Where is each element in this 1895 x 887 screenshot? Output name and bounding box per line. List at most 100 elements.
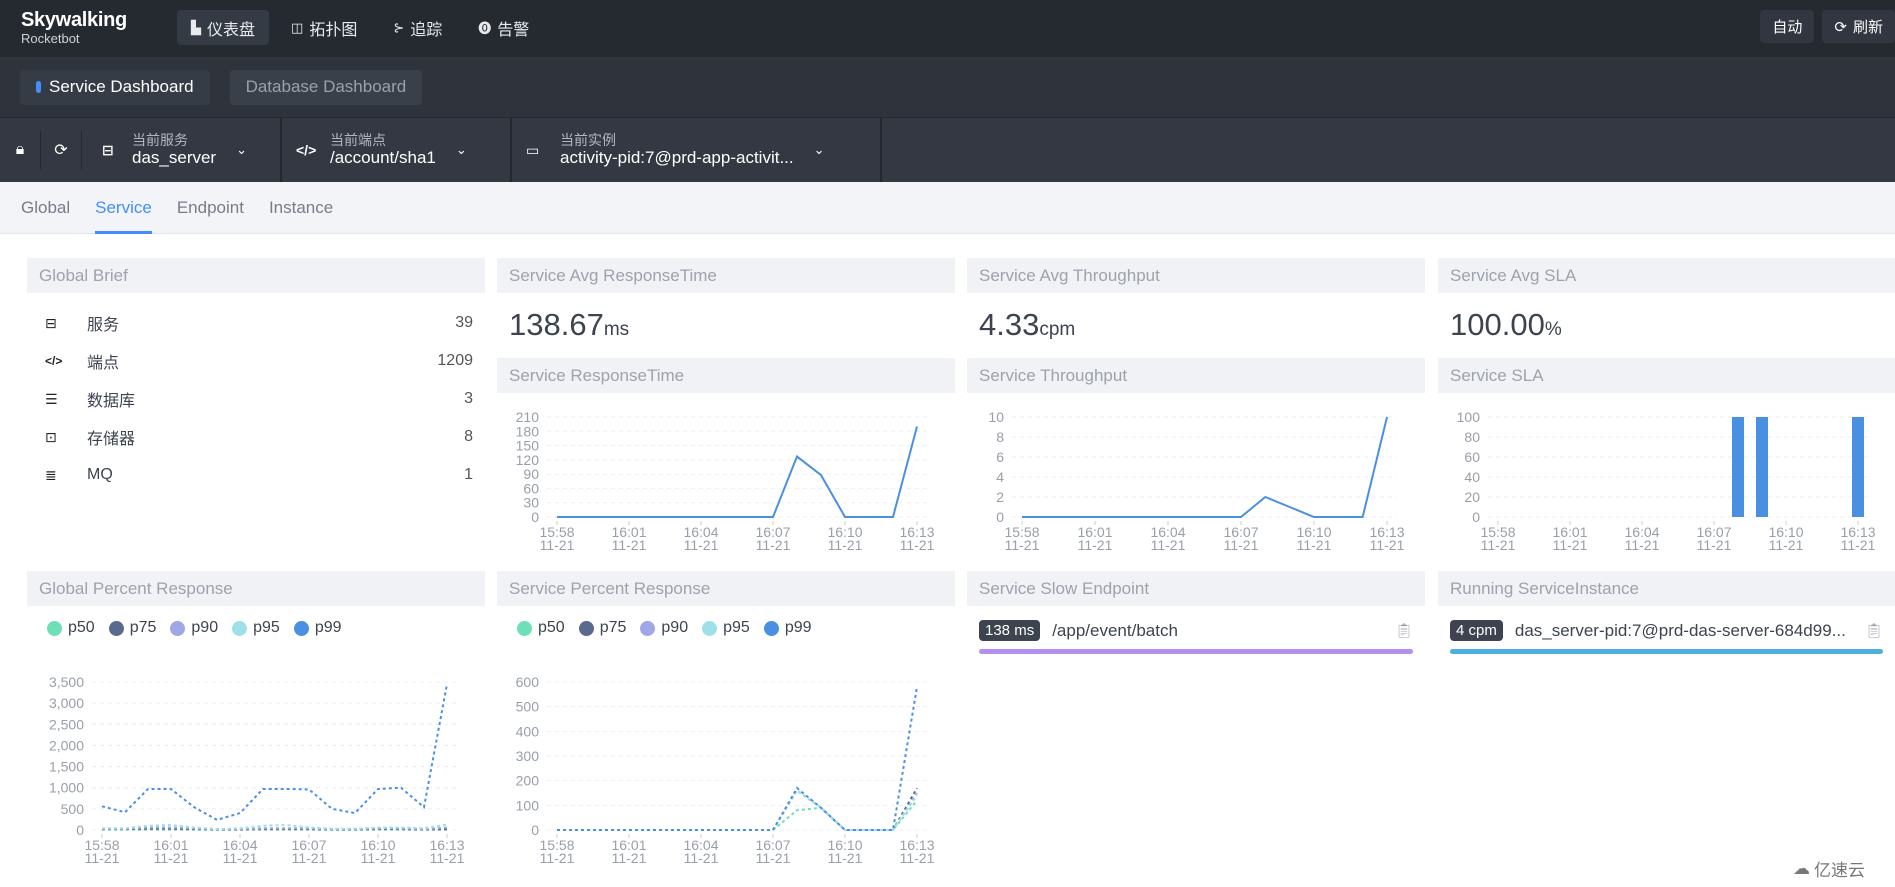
card-title: Global Percent Response bbox=[27, 571, 485, 606]
y-tick-label: 500 bbox=[61, 801, 85, 817]
legend-swatch bbox=[47, 620, 62, 636]
brief-row: ⊟ 服务 39 bbox=[27, 308, 485, 338]
y-tick-label: 4 bbox=[996, 469, 1004, 485]
brief-label: 服务 bbox=[87, 317, 120, 334]
card-title: Service Avg SLA bbox=[1438, 258, 1895, 293]
service-responsetime-card: Service ResponseTime bbox=[497, 358, 955, 393]
x-tick-label: 16:07 11-21 bbox=[1223, 524, 1258, 553]
service-responsetime-chart: 0306090120150180210 15:58 11-21 16:01 11-21 1… bbox=[516, 409, 935, 553]
x-tick-label: 16:13 11-21 bbox=[899, 524, 934, 553]
x-tick-label: 16:01 11-21 bbox=[1552, 524, 1587, 553]
instance-selector-value: activity-pid:7@prd-app-activit... bbox=[560, 148, 794, 168]
legend-item-p99[interactable]: p99 bbox=[293, 619, 342, 637]
tab-service-dashboard[interactable]: Service Dashboard bbox=[20, 69, 210, 105]
x-tick-label: 16:01 11-21 bbox=[611, 837, 646, 866]
y-tick-label: 40 bbox=[1464, 469, 1480, 485]
instance-selector[interactable]: ▭ 当前实例 activity-pid:7@prd-app-activit...… bbox=[512, 118, 882, 182]
tab-global[interactable]: Global bbox=[21, 182, 70, 234]
nav-dashboard[interactable]: ▙ 仪表盘 bbox=[177, 10, 270, 45]
x-tick-label: 16:04 11-21 bbox=[222, 837, 257, 866]
running-instance-card: Running ServiceInstance 4 cpm das_server… bbox=[1438, 571, 1895, 654]
legend-item-p50[interactable]: p50 bbox=[517, 619, 565, 637]
refresh-button[interactable]: ⟳ 刷新 bbox=[1822, 10, 1895, 43]
clipboard-icon[interactable]: 📋︎ bbox=[1395, 622, 1413, 639]
brief-value: 1 bbox=[464, 466, 473, 483]
x-tick-label: 15:58 11-21 bbox=[1480, 524, 1515, 553]
y-tick-label: 0 bbox=[1472, 509, 1480, 525]
legend-item-p75[interactable]: p75 bbox=[578, 619, 627, 637]
card-title: Service Avg Throughput bbox=[967, 258, 1425, 293]
x-tick-label: 16:10 11-21 bbox=[1296, 524, 1331, 553]
y-tick-label: 210 bbox=[516, 409, 540, 425]
chevron-down-icon: ⌄ bbox=[455, 142, 467, 157]
avg-sla-value: 100.00% bbox=[1438, 307, 1895, 343]
global-percent-card: Global Percent Response p50 p75 p90 p95 p99 bbox=[27, 571, 485, 637]
legend-item-p95[interactable]: p95 bbox=[232, 619, 280, 637]
x-tick-label: 16:01 11-21 bbox=[153, 837, 188, 866]
list-item[interactable]: 138 ms /app/event/batch 📋︎ bbox=[979, 620, 1413, 641]
y-tick-label: 8 bbox=[996, 429, 1004, 445]
endpoint-name: /app/event/batch bbox=[1052, 620, 1178, 640]
series-line-p99 bbox=[101, 683, 448, 821]
x-tick-label: 16:01 11-21 bbox=[611, 524, 646, 553]
service-selector-label: 当前服务 bbox=[132, 132, 188, 149]
nav-trace[interactable]: ⊱ 追踪 bbox=[379, 10, 456, 45]
list-item[interactable]: 4 cpm das_server-pid:7@prd-das-server-68… bbox=[1450, 620, 1883, 641]
legend-item-p75[interactable]: p75 bbox=[108, 619, 156, 637]
y-tick-label: 0 bbox=[531, 822, 539, 838]
legend-swatch bbox=[232, 620, 248, 636]
x-tick-label: 16:07 11-21 bbox=[755, 524, 790, 553]
card-title: Running ServiceInstance bbox=[1438, 571, 1895, 606]
series-line-p90 bbox=[557, 789, 918, 831]
legend-label: p95 bbox=[723, 619, 750, 636]
x-tick-label: 16:13 11-21 bbox=[1369, 524, 1404, 553]
lock-icon: 🔒︎ bbox=[15, 141, 25, 158]
legend-item-p90[interactable]: p90 bbox=[640, 619, 688, 637]
endpoint-selector[interactable]: </> 当前端点 /account/sha1 ⌄ bbox=[282, 118, 512, 182]
card-title: Service SLA bbox=[1438, 358, 1895, 393]
service-icon: ⊟ bbox=[102, 141, 114, 158]
metric-unit: ms bbox=[603, 319, 630, 340]
y-tick-label: 0 bbox=[531, 509, 539, 525]
service-selector[interactable]: ⊟ 当前服务 das_server ⌄ bbox=[82, 118, 282, 182]
brief-label: MQ bbox=[87, 466, 113, 483]
y-tick-label: 0 bbox=[996, 509, 1004, 525]
lock-button[interactable]: 🔒︎ bbox=[0, 118, 40, 182]
y-tick-label: 2 bbox=[996, 489, 1004, 505]
logo[interactable]: Skywalking Rocketbot bbox=[21, 10, 127, 45]
y-tick-label: 180 bbox=[516, 423, 540, 439]
chevron-down-icon: ⌄ bbox=[813, 142, 825, 157]
avg-responsetime-card: Service Avg ResponseTime 138.67ms bbox=[497, 258, 955, 343]
legend-label: p75 bbox=[599, 619, 627, 636]
auto-refresh-button[interactable]: 自动 bbox=[1760, 10, 1815, 43]
x-tick-label: 16:10 11-21 bbox=[827, 524, 862, 553]
x-tick-label: 15:58 11-21 bbox=[1004, 524, 1039, 553]
legend-item-p90[interactable]: p90 bbox=[170, 619, 218, 637]
reload-button[interactable]: ⟳ bbox=[41, 118, 81, 182]
logo-title: Skywalking bbox=[21, 9, 127, 31]
clipboard-icon[interactable]: 📋︎ bbox=[1865, 622, 1883, 639]
reload-icon: ⟳ bbox=[54, 142, 68, 159]
legend-swatch bbox=[578, 620, 594, 636]
service-percent-chart: 0 100 200 300 400 500 600 15:58 11-21 16:01 11-21 1… bbox=[516, 674, 935, 866]
tab-endpoint[interactable]: Endpoint bbox=[177, 182, 244, 234]
tab-database-dashboard[interactable]: Database Dashboard bbox=[229, 69, 423, 105]
series-line-p99 bbox=[557, 686, 918, 831]
watermark: ☁ 亿速云 bbox=[1793, 856, 1865, 881]
tab-instance[interactable]: Instance bbox=[269, 182, 333, 234]
nav-topology[interactable]: ◫ 拓扑图 bbox=[277, 10, 371, 45]
legend-item-p95[interactable]: p95 bbox=[702, 619, 750, 637]
endpoint-selector-label: 当前端点 bbox=[330, 132, 386, 149]
legend-swatch bbox=[517, 620, 532, 636]
tab-service-dashboard-label: Service Dashboard bbox=[49, 77, 194, 96]
sla-bar bbox=[1852, 417, 1864, 517]
mq-icon: ≣ bbox=[45, 466, 57, 483]
tab-service[interactable]: Service bbox=[95, 182, 152, 234]
series-line-p75 bbox=[557, 787, 918, 831]
legend-item-p50[interactable]: p50 bbox=[47, 619, 95, 637]
global-percent-chart: 0 500 1,000 1,500 2,000 2,500 3,000 3,500 15:58 1… bbox=[49, 674, 465, 866]
legend-item-p99[interactable]: p99 bbox=[763, 619, 812, 637]
brief-row: </> 端点 1209 bbox=[27, 346, 485, 376]
refresh-label: 刷新 bbox=[1852, 19, 1883, 36]
nav-alarm[interactable]: ⓿ 告警 bbox=[464, 10, 543, 45]
